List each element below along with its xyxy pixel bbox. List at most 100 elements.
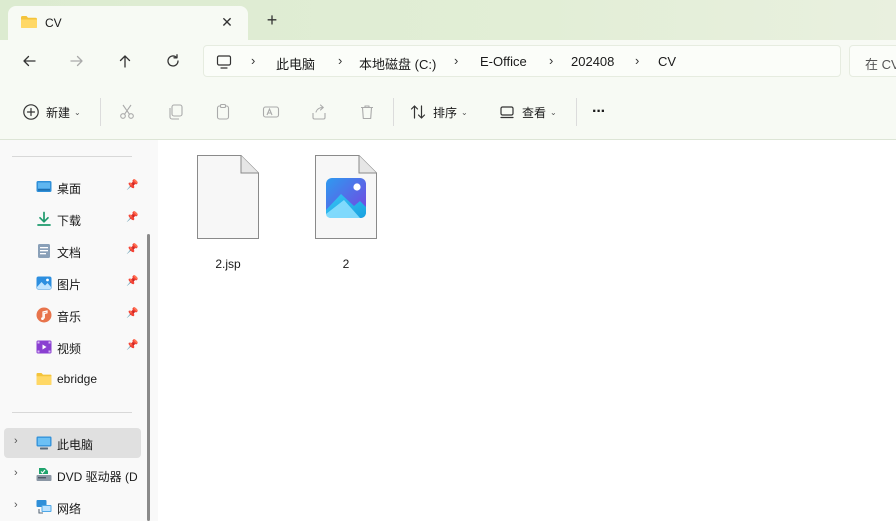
breadcrumb-this-pc[interactable]: 此电脑 bbox=[276, 54, 315, 73]
new-button[interactable]: 新建 ⌄ bbox=[22, 100, 81, 124]
delete-button[interactable] bbox=[358, 100, 376, 124]
chevron-down-icon: ⌄ bbox=[461, 107, 468, 117]
sidebar-item-label: 图片 bbox=[57, 278, 82, 292]
sidebar-item-label: 文档 bbox=[57, 246, 82, 260]
share-icon bbox=[312, 104, 326, 120]
chevron-right-icon: › bbox=[338, 53, 343, 68]
file-name: 2.jsp bbox=[215, 257, 241, 271]
plus-circle-icon bbox=[23, 104, 39, 120]
pin-icon[interactable]: 📌 bbox=[126, 244, 138, 255]
scissors-icon bbox=[120, 104, 134, 119]
up-button[interactable] bbox=[112, 50, 138, 72]
file-item[interactable]: 2 bbox=[302, 152, 390, 271]
command-bar: 新建 ⌄ 排序 ⌄ 查看 ⌄ ··· bbox=[0, 84, 896, 140]
chevron-right-icon[interactable]: › bbox=[14, 467, 18, 479]
sidebar-item-label: 视频 bbox=[57, 342, 82, 356]
desktop-icon bbox=[36, 179, 52, 195]
new-label: 新建 bbox=[46, 105, 71, 120]
trash-icon bbox=[361, 105, 373, 120]
sidebar-scrollbar[interactable] bbox=[147, 234, 150, 521]
breadcrumb-202408[interactable]: 202408 bbox=[571, 54, 614, 69]
sidebar-item-downloads[interactable]: 下载 📌 bbox=[4, 204, 141, 234]
sidebar-item-this-pc[interactable]: › 此电脑 bbox=[4, 428, 141, 458]
chevron-right-icon[interactable]: › bbox=[14, 435, 18, 447]
cut-button[interactable] bbox=[118, 100, 136, 124]
chevron-right-icon[interactable]: › bbox=[14, 499, 18, 511]
view-button[interactable]: 查看 ⌄ bbox=[498, 100, 557, 124]
network-icon bbox=[36, 499, 52, 515]
close-tab-icon[interactable]: ✕ bbox=[216, 11, 238, 33]
view-label: 查看 bbox=[522, 105, 547, 120]
refresh-button[interactable] bbox=[160, 50, 186, 72]
new-tab-button[interactable]: + bbox=[260, 9, 284, 31]
chevron-right-icon: › bbox=[549, 53, 554, 68]
sidebar-item-music[interactable]: 音乐 📌 bbox=[4, 300, 141, 330]
chevron-right-icon: › bbox=[454, 53, 459, 68]
divider bbox=[100, 98, 101, 126]
file-list: 2.jsp 2 bbox=[158, 140, 896, 521]
folder-icon bbox=[36, 371, 52, 387]
arrow-up-icon bbox=[119, 55, 131, 68]
sidebar-item-desktop[interactable]: 桌面 📌 bbox=[4, 172, 141, 202]
chevron-down-icon: ⌄ bbox=[550, 107, 557, 117]
forward-button[interactable] bbox=[64, 50, 90, 72]
copy-icon bbox=[169, 104, 183, 120]
copy-button[interactable] bbox=[166, 100, 184, 124]
sidebar-item-videos[interactable]: 视频 📌 bbox=[4, 332, 141, 362]
file-item[interactable]: 2.jsp bbox=[184, 152, 272, 271]
sidebar-item-label: 下载 bbox=[57, 214, 82, 228]
chevron-right-icon: › bbox=[251, 53, 256, 68]
pin-icon[interactable]: 📌 bbox=[126, 276, 138, 287]
view-icon bbox=[500, 106, 514, 119]
address-bar[interactable]: › 此电脑 › 本地磁盘 (C:) › E-Office › 202408 › … bbox=[203, 45, 841, 77]
navigation-pane: 桌面 📌 下载 📌 文档 📌 图片 📌 音乐 📌 视频 📌 ebridge › … bbox=[0, 140, 158, 521]
sidebar-item-ebridge[interactable]: ebridge bbox=[4, 364, 141, 394]
share-button[interactable] bbox=[310, 100, 328, 124]
search-placeholder: 在 CV bbox=[865, 57, 896, 72]
monitor-icon bbox=[216, 54, 232, 73]
dvd-drive-icon bbox=[36, 467, 52, 483]
back-button[interactable] bbox=[16, 50, 42, 72]
sidebar-item-label: 桌面 bbox=[57, 182, 82, 196]
paste-button[interactable] bbox=[214, 100, 232, 124]
videos-icon bbox=[36, 339, 52, 355]
sidebar-item-label: 网络 bbox=[57, 502, 82, 516]
sidebar-item-pictures[interactable]: 图片 📌 bbox=[4, 268, 141, 298]
chevron-down-icon: ⌄ bbox=[74, 107, 81, 117]
sort-label: 排序 bbox=[433, 105, 458, 120]
rename-icon bbox=[262, 106, 280, 118]
tab-title: CV bbox=[45, 16, 62, 30]
pin-icon[interactable]: 📌 bbox=[126, 212, 138, 223]
refresh-icon bbox=[167, 54, 179, 67]
sidebar-item-label: 此电脑 bbox=[57, 438, 94, 452]
pictures-icon bbox=[36, 275, 52, 291]
search-box[interactable]: 在 CV bbox=[849, 45, 896, 77]
sidebar-item-label: DVD 驱动器 (D bbox=[57, 470, 138, 484]
rename-button[interactable] bbox=[262, 100, 280, 124]
tab-cv[interactable]: CV ✕ bbox=[8, 6, 248, 40]
folder-icon bbox=[20, 15, 38, 32]
divider bbox=[12, 156, 132, 157]
sidebar-item-network[interactable]: › 网络 bbox=[4, 492, 141, 521]
title-bar: CV ✕ + bbox=[0, 0, 896, 40]
divider bbox=[576, 98, 577, 126]
clipboard-icon bbox=[216, 103, 230, 120]
arrow-right-icon bbox=[70, 55, 83, 67]
sort-button[interactable]: 排序 ⌄ bbox=[409, 100, 468, 124]
documents-icon bbox=[36, 243, 52, 259]
pin-icon[interactable]: 📌 bbox=[126, 180, 138, 191]
music-icon bbox=[36, 307, 52, 323]
this-pc-icon bbox=[36, 435, 52, 451]
address-row: › 此电脑 › 本地磁盘 (C:) › E-Office › 202408 › … bbox=[0, 40, 896, 84]
more-options-button[interactable]: ··· bbox=[592, 100, 606, 124]
sidebar-item-label: 音乐 bbox=[57, 310, 82, 324]
breadcrumb-cv[interactable]: CV bbox=[658, 54, 676, 69]
breadcrumb-e-office[interactable]: E-Office bbox=[480, 54, 527, 69]
sidebar-item-documents[interactable]: 文档 📌 bbox=[4, 236, 141, 266]
chevron-right-icon: › bbox=[635, 53, 640, 68]
sidebar-item-dvd-drive[interactable]: › DVD 驱动器 (D bbox=[4, 460, 141, 490]
breadcrumb-local-disk[interactable]: 本地磁盘 (C:) bbox=[359, 54, 436, 73]
pin-icon[interactable]: 📌 bbox=[126, 340, 138, 351]
divider bbox=[12, 412, 132, 413]
pin-icon[interactable]: 📌 bbox=[126, 308, 138, 319]
